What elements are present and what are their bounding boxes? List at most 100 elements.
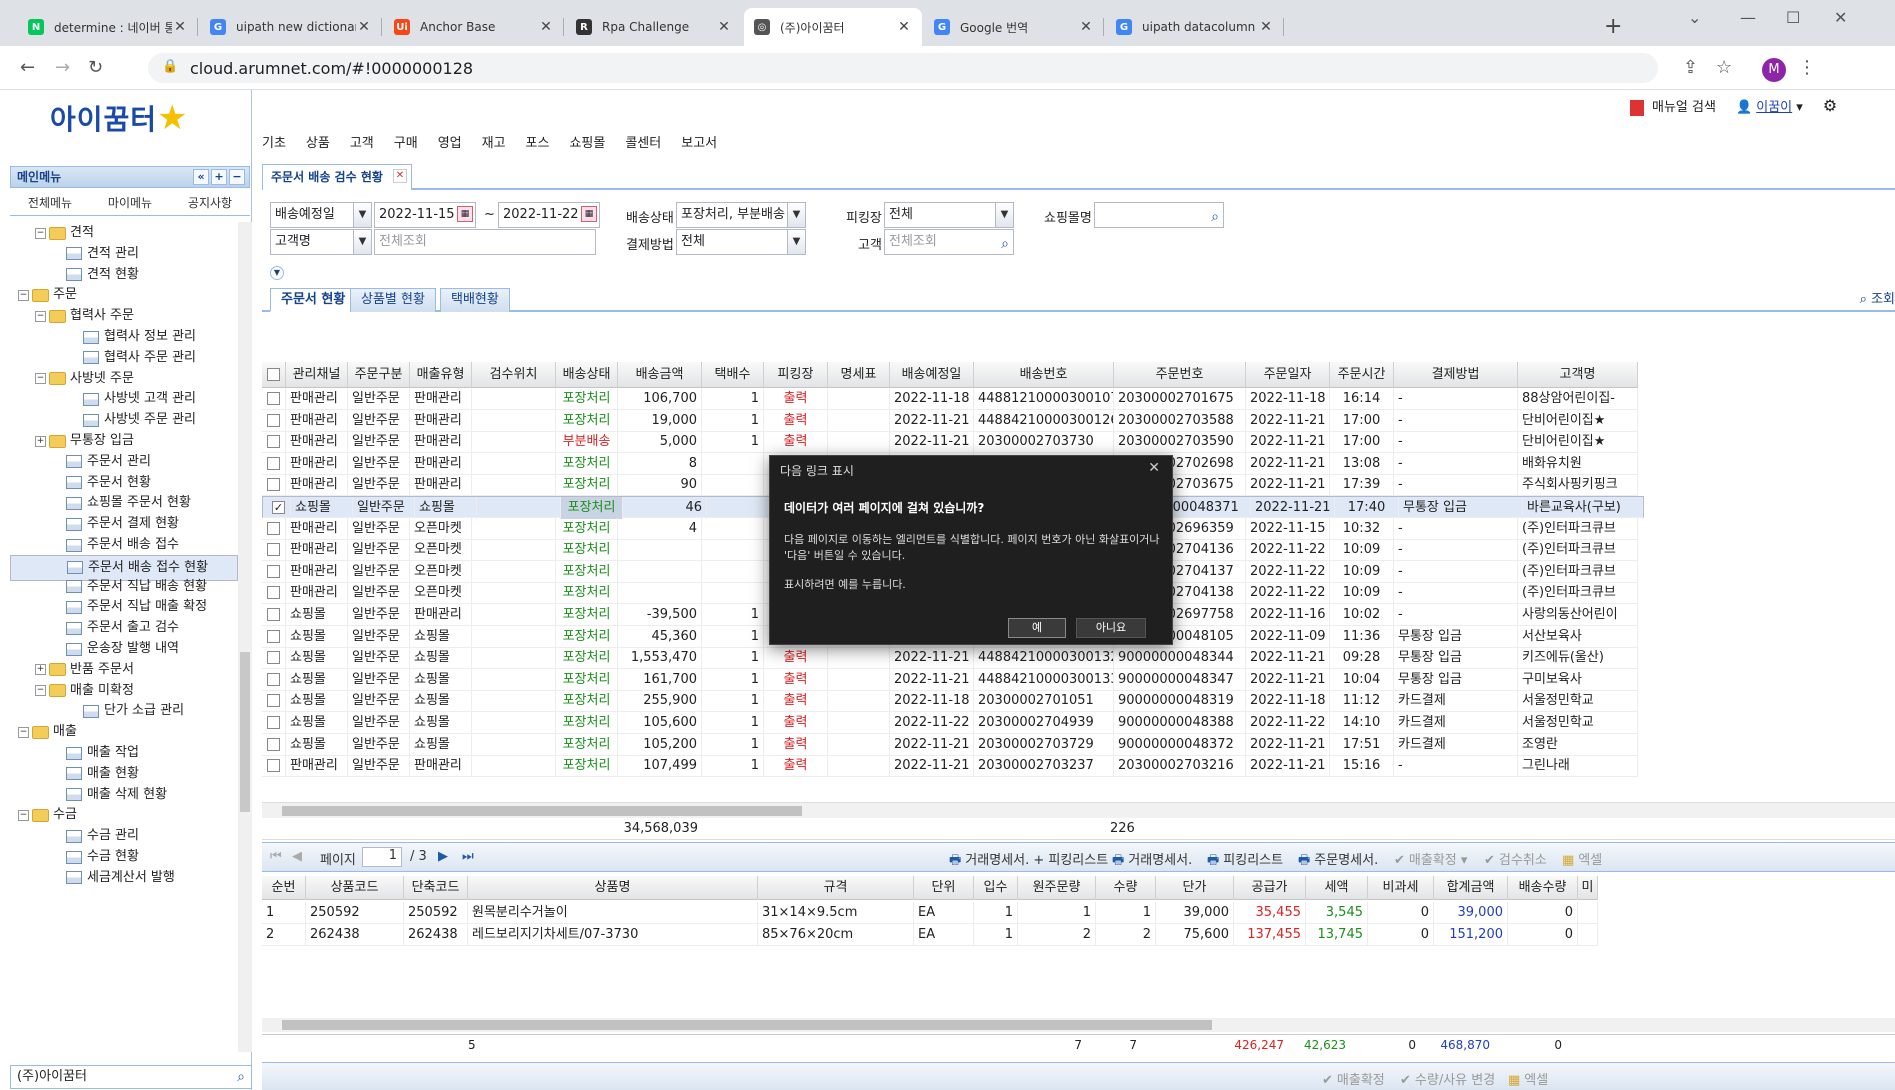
- column-header[interactable]: 상품코드: [306, 876, 404, 900]
- tab-close-icon[interactable]: ✕: [716, 19, 732, 35]
- table-cell[interactable]: 출력: [764, 690, 828, 713]
- tree-folder[interactable]: + 반품 주문서: [35, 659, 134, 681]
- tree-item[interactable]: 주문서 현황: [52, 472, 151, 494]
- close-icon[interactable]: ✕: [392, 169, 407, 183]
- table-cell[interactable]: 출력: [764, 712, 828, 734]
- browser-tab[interactable]: Guipath datacolumn cont✕: [1106, 8, 1284, 46]
- detail-hscrollbar[interactable]: [262, 1018, 1895, 1032]
- last-page-icon[interactable]: ⏭: [462, 849, 474, 864]
- ship-status-select[interactable]: 포장처리, 부분배송 ▼: [676, 202, 806, 228]
- column-header[interactable]: 고객명: [1518, 362, 1638, 388]
- row-checkbox[interactable]: [267, 413, 280, 427]
- tab-close-icon[interactable]: ✕: [1258, 19, 1274, 35]
- tree-item[interactable]: 매출 현황: [52, 763, 139, 785]
- picking-select[interactable]: 전체 ▼: [884, 202, 1014, 228]
- settings-gear-icon[interactable]: ⚙: [1823, 96, 1837, 115]
- column-header[interactable]: 매출유형: [410, 362, 472, 388]
- statement-picking-button[interactable]: 🖶 거래명세서. + 피킹리스트: [949, 849, 1108, 873]
- table-row[interactable]: 쇼핑몰 일반주문 쇼핑몰 포장처리 105,600 1 출력 2022-11-22 203000…: [262, 712, 1638, 734]
- column-header[interactable]: 공급가: [1234, 876, 1306, 900]
- row-checkbox[interactable]: [267, 564, 280, 578]
- column-header[interactable]: 순번: [262, 876, 306, 900]
- search-button[interactable]: ⌕ 조회: [1860, 288, 1895, 307]
- row-checkbox[interactable]: [267, 716, 280, 729]
- tree-item[interactable]: 매출 삭제 현황: [52, 784, 167, 806]
- tree-item[interactable]: 매출 작업: [52, 742, 139, 764]
- tree-item[interactable]: 쇼핑몰 주문서 현황: [52, 492, 191, 514]
- tab-close-icon[interactable]: ✕: [538, 19, 554, 35]
- expand-all-icon[interactable]: +: [211, 169, 227, 185]
- tree-folder[interactable]: − 견적: [35, 222, 94, 244]
- date-to-input[interactable]: 2022-11-22 ▦: [498, 202, 600, 228]
- tree-folder[interactable]: − 매출: [18, 721, 77, 743]
- tree-item[interactable]: 주문서 배송 접수: [52, 534, 179, 556]
- collapse-icon[interactable]: −: [35, 373, 46, 385]
- address-bar[interactable]: 🔒 cloud.arumnet.com/#!0000000128: [148, 53, 1658, 83]
- window-close-icon[interactable]: ✕: [1834, 8, 1847, 27]
- browser-tab[interactable]: ◎ (주)아이꿈터 ✕: [744, 8, 922, 46]
- column-header[interactable]: 미: [1578, 876, 1598, 900]
- tab-close-icon[interactable]: ✕: [896, 19, 912, 35]
- result-tab[interactable]: 상품별 현황: [350, 288, 436, 312]
- column-header[interactable]: 세액: [1306, 876, 1368, 900]
- tab-close-icon[interactable]: ✕: [1078, 19, 1094, 35]
- table-row[interactable]: 판매관리 일반주문 판매관리 포장처리 106,700 1 출력 2022-11-18 4488…: [262, 388, 1638, 410]
- manual-search-link[interactable]: 매뉴얼 검색: [1630, 96, 1716, 116]
- tree-item[interactable]: 협력사 주문 관리: [69, 347, 196, 369]
- collapse-icon[interactable]: −: [35, 310, 46, 322]
- tab-close-icon[interactable]: ✕: [172, 19, 188, 35]
- row-checkbox[interactable]: ✓: [272, 501, 285, 514]
- grid-hscrollbar[interactable]: [262, 802, 1895, 818]
- back-icon[interactable]: ←: [20, 57, 35, 78]
- column-header[interactable]: 합계금액: [1434, 876, 1508, 900]
- row-checkbox[interactable]: [267, 392, 280, 405]
- tab-search-icon[interactable]: ⌄: [1688, 8, 1701, 27]
- qty-reason-change-button[interactable]: ✔ 수량/사유 변경: [1400, 1069, 1495, 1088]
- column-header[interactable]: 주문일자: [1246, 362, 1330, 388]
- tree-item[interactable]: 주문서 관리: [52, 451, 151, 473]
- calendar-icon[interactable]: ▦: [457, 206, 473, 222]
- tree-item[interactable]: 주문서 직납 배송 현황: [52, 576, 207, 598]
- search-icon[interactable]: ⌕: [1211, 205, 1219, 229]
- browser-tab[interactable]: G Google 번역 ✕: [924, 8, 1104, 46]
- company-search[interactable]: (주)아이꿈터 ⌕: [10, 1065, 252, 1089]
- user-menu[interactable]: 👤 이꿈이 ▾: [1736, 96, 1803, 115]
- collapse-icon[interactable]: «: [193, 169, 209, 185]
- table-cell[interactable]: 출력: [764, 668, 828, 691]
- column-header[interactable]: 관리채널: [286, 362, 348, 388]
- tree-folder[interactable]: − 수금: [18, 804, 77, 826]
- bottom-excel-button[interactable]: ▦ 엑셀: [1508, 1069, 1548, 1088]
- column-header[interactable]: 배송금액: [618, 362, 702, 388]
- customer-input[interactable]: 전체조회 ⌕: [884, 229, 1014, 255]
- sales-confirm-button[interactable]: ✔ 매출확정 ▾: [1394, 849, 1467, 868]
- column-header[interactable]: 피킹장: [764, 362, 828, 388]
- reload-icon[interactable]: ↻: [88, 57, 103, 78]
- collapse-icon[interactable]: −: [18, 289, 29, 301]
- inspection-cancel-button[interactable]: ✔ 검수취소: [1484, 849, 1547, 868]
- filter-expand-icon[interactable]: ▼: [270, 266, 284, 280]
- search-icon[interactable]: ⌕: [237, 1066, 245, 1088]
- row-checkbox[interactable]: [267, 478, 280, 492]
- column-header[interactable]: 수량: [1096, 876, 1156, 900]
- column-header[interactable]: [262, 362, 286, 388]
- search-icon[interactable]: ⌕: [1001, 232, 1009, 256]
- expand-icon[interactable]: +: [35, 664, 46, 676]
- calendar-icon[interactable]: ▦: [581, 206, 597, 222]
- menu-tab[interactable]: 마이메뉴: [90, 190, 170, 215]
- top-menu-item[interactable]: 콜센터: [625, 132, 661, 151]
- tab-close-icon[interactable]: ✕: [356, 19, 372, 35]
- mall-input[interactable]: ⌕: [1094, 202, 1224, 228]
- date-type-select[interactable]: 배송예정일 ▼: [270, 202, 372, 228]
- column-header[interactable]: 배송번호: [974, 362, 1114, 388]
- column-header[interactable]: 배송상태: [556, 362, 618, 388]
- tree-folder[interactable]: − 협력사 주문: [35, 305, 134, 327]
- collapse-icon[interactable]: −: [18, 809, 29, 821]
- column-header[interactable]: 단축코드: [404, 876, 468, 900]
- date-from-input[interactable]: 2022-11-15 ▦: [374, 202, 476, 228]
- row-checkbox[interactable]: [267, 759, 280, 773]
- next-page-icon[interactable]: ▶: [438, 849, 448, 864]
- tree-item[interactable]: 사방넷 주문 관리: [69, 409, 196, 431]
- table-row[interactable]: 판매관리 일반주문 판매관리 포장처리 19,000 1 출력 2022-11-21 44884…: [262, 409, 1638, 432]
- row-checkbox[interactable]: [267, 586, 280, 600]
- column-header[interactable]: 상품명: [468, 876, 758, 900]
